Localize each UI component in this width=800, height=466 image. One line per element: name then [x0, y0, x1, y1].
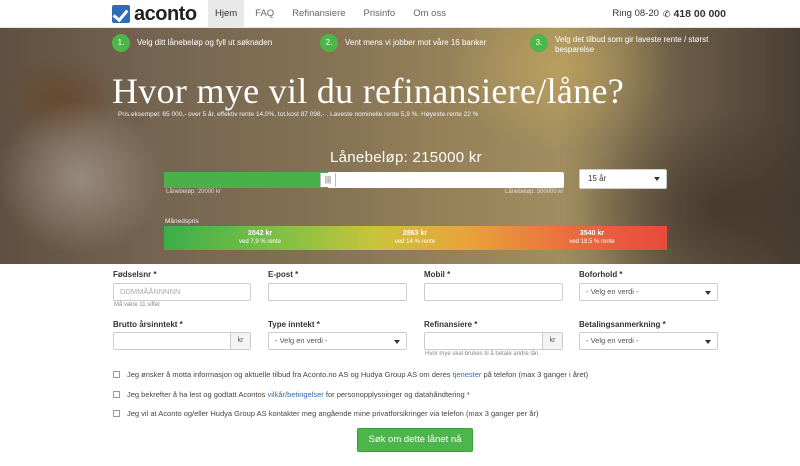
- monthly-price-bar: 2042 kr ved 7,9 % rente 2863 kr ved 14 %…: [164, 226, 667, 250]
- email-field[interactable]: [268, 283, 407, 301]
- payment-remark-select[interactable]: - Velg en verdi -: [579, 332, 718, 350]
- chevron-down-icon: [705, 291, 711, 295]
- income-type-select[interactable]: - Velg en verdi -: [268, 332, 407, 350]
- mobil-label: Mobil *: [424, 270, 451, 279]
- step-number: 3.: [530, 34, 548, 52]
- consent-text: Jeg ønsker å motta informasjon og aktuel…: [127, 370, 589, 379]
- rate-label: ved 18,5 % rente: [569, 239, 615, 245]
- hero-section: 1. Velg ditt lånebeløp og fyll ut søknad…: [0, 28, 800, 264]
- fodselsnr-label: Fødselsnr *: [113, 270, 157, 279]
- loan-amount-slider[interactable]: |||: [164, 172, 564, 188]
- step-1: 1. Velg ditt lånebeløp og fyll ut søknad…: [112, 34, 272, 52]
- rate-label: ved 14 % rente: [394, 239, 436, 245]
- submit-application-button[interactable]: Søk om dette lånet nå: [357, 428, 473, 452]
- mobile-field[interactable]: [424, 283, 563, 301]
- epost-label: E-post *: [268, 270, 299, 279]
- rate-amount: 3540 kr: [579, 230, 605, 237]
- site-header: aconto Hjem FAQ Refinansiere Prisinfo Om…: [0, 0, 800, 28]
- boforhold-label: Boforhold *: [579, 270, 623, 279]
- tjenester-link[interactable]: tjenester: [453, 370, 482, 379]
- step-text-line-2: besparelse: [555, 45, 595, 54]
- term-select-value: 15 år: [588, 174, 607, 183]
- step-text: Vent mens vi jobber mot våre 16 banker: [345, 38, 487, 47]
- select-value: - Velg en verdi -: [586, 287, 639, 296]
- nav-item-om-oss[interactable]: Om oss: [406, 0, 453, 28]
- brutto-income-field[interactable]: kr: [113, 332, 251, 350]
- consent-marketing[interactable]: Jeg ønsker å motta informasjon og aktuel…: [113, 370, 588, 379]
- currency-addon: kr: [230, 333, 250, 349]
- chevron-down-icon: [705, 340, 711, 344]
- refinansiere-label: Refinansiere *: [424, 320, 478, 329]
- monthly-price-label: Månedspris: [165, 218, 199, 225]
- nav-item-refinansiere[interactable]: Refinansiere: [285, 0, 352, 28]
- slider-max-label: Lånebeløp: 500000 kr: [505, 189, 564, 195]
- step-3: 3. Velg det tilbud som gir laveste rente…: [530, 34, 708, 55]
- slider-fill: [164, 172, 328, 188]
- fodselsnr-input[interactable]: DDMMÅÅNNNNN: [113, 283, 251, 301]
- checkbox[interactable]: [113, 410, 120, 417]
- loan-amount-label: Lånebeløp: 215000 kr: [330, 149, 482, 166]
- consent-text: Jeg vil at Aconto og/eller Hudya Group A…: [127, 409, 539, 418]
- rate-label: ved 7,9 % rente: [238, 239, 282, 245]
- term-select[interactable]: 15 år: [579, 169, 667, 189]
- loan-application-form: Fødselsnr * DDMMÅÅNNNNN Må være 11 siffe…: [0, 264, 800, 466]
- step-text-line-1: Velg det tilbud som gir laveste rente / …: [555, 35, 709, 44]
- refinansiere-help: Hvor mye skal brukes til å betale andre …: [425, 351, 541, 357]
- main-nav: Hjem FAQ Refinansiere Prisinfo Om oss: [208, 0, 457, 28]
- step-number: 2.: [320, 34, 338, 52]
- type-inntekt-label: Type inntekt *: [268, 320, 320, 329]
- rate-mid: 2863 kr ved 14 % rente: [375, 229, 455, 247]
- fodselsnr-help: Må være 11 siffer: [114, 302, 161, 308]
- rate-amount: 2042 kr: [247, 230, 273, 237]
- opening-hours: Ring 08-20: [612, 8, 659, 19]
- consent-insurance[interactable]: Jeg vil at Aconto og/eller Hudya Group A…: [113, 409, 538, 418]
- nav-item-faq[interactable]: FAQ: [248, 0, 281, 28]
- step-text: Velg det tilbud som gir laveste rente / …: [555, 35, 708, 55]
- contact-phone[interactable]: Ring 08-20 ✆ 418 00 000: [612, 0, 726, 28]
- checkmark-logo-icon: [112, 5, 130, 23]
- currency-addon: kr: [542, 333, 562, 349]
- rate-high: 3540 kr ved 18,5 % rente: [552, 229, 632, 247]
- slider-handle[interactable]: |||: [320, 173, 336, 187]
- checkbox[interactable]: [113, 391, 120, 398]
- step-text: Velg ditt lånebeløp og fyll ut søknaden: [137, 38, 273, 47]
- rate-amount: 2863 kr: [402, 230, 428, 237]
- select-value: - Velg en verdi -: [586, 336, 639, 345]
- phone-icon: ✆: [662, 9, 671, 19]
- brutto-label: Brutto årsinntekt *: [113, 320, 183, 329]
- chevron-down-icon: [394, 340, 400, 344]
- logo[interactable]: aconto: [112, 2, 197, 25]
- phone-number: 418 00 000: [673, 8, 726, 20]
- nav-item-prisinfo[interactable]: Prisinfo: [357, 0, 403, 28]
- step-number: 1.: [112, 34, 130, 52]
- terms-link[interactable]: vilkår/betingelser: [268, 390, 324, 399]
- refinance-amount-field[interactable]: kr: [424, 332, 563, 350]
- rate-low: 2042 kr ved 7,9 % rente: [220, 229, 300, 247]
- price-example: Pris.eksempel: 65 000,- over 5 år, effek…: [118, 111, 479, 118]
- step-2: 2. Vent mens vi jobber mot våre 16 banke…: [320, 34, 486, 52]
- slider-min-label: Lånebeløp: 20000 kr: [166, 189, 222, 195]
- chevron-down-icon: [654, 177, 660, 181]
- select-value: - Velg en verdi -: [275, 336, 328, 345]
- nav-item-hjem[interactable]: Hjem: [208, 0, 245, 28]
- page-title: Hvor mye vil du refinansiere/låne?: [112, 71, 625, 111]
- betalingsanmerkning-label: Betalingsanmerkning *: [579, 320, 666, 329]
- logo-text: aconto: [134, 2, 197, 25]
- boforhold-select[interactable]: - Velg en verdi -: [579, 283, 718, 301]
- consent-terms[interactable]: Jeg bekrefter å ha lest og godtatt Acont…: [113, 390, 470, 399]
- checkbox[interactable]: [113, 371, 120, 378]
- consent-text: Jeg bekrefter å ha lest og godtatt Acont…: [127, 390, 470, 399]
